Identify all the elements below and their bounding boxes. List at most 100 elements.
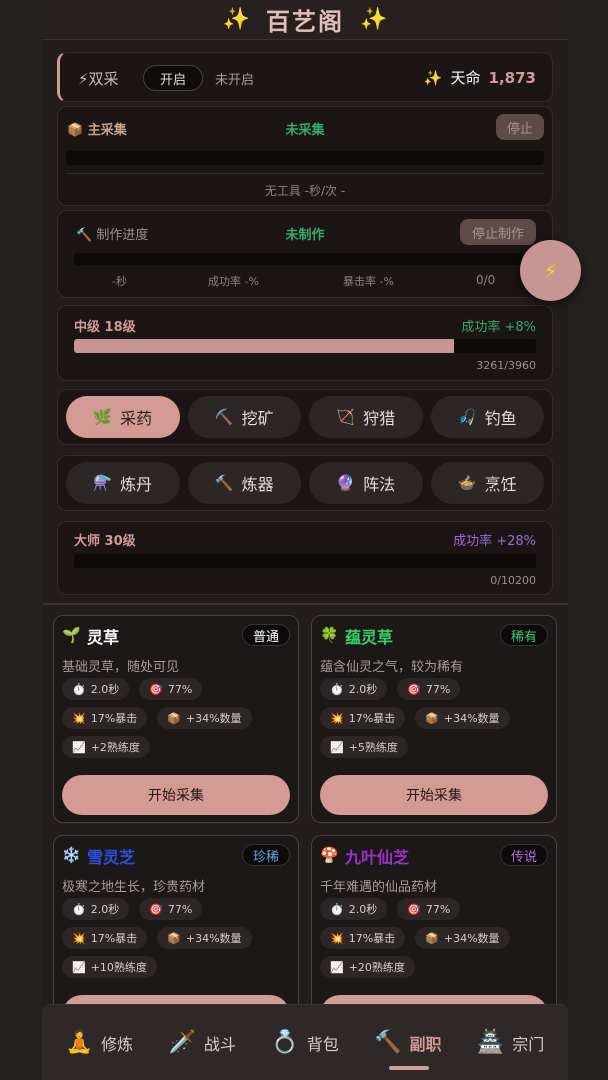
herb-description: 极寒之地生长，珍贵药材 — [62, 880, 206, 895]
pickaxe-icon: ⛏️ — [214, 408, 234, 426]
tab-alchemy[interactable]: ⚗️ 炼丹 — [66, 462, 180, 504]
dual-harvest-label: ⚡双采 — [78, 70, 119, 88]
stat-time: ⏱️ 2.0秒 — [320, 898, 388, 920]
tab-mining[interactable]: ⛏️ 挖矿 — [187, 396, 301, 438]
mushroom-icon: 🍄 — [320, 846, 339, 864]
tool-info: 无工具 -秒/次 - — [264, 184, 346, 198]
section-divider — [42, 603, 568, 605]
stat-quantity: 📦 +34%数量 — [157, 707, 252, 729]
stat-proficiency: 📈 +10熟练度 — [62, 956, 157, 978]
stat-success: 🎯 77% — [139, 678, 203, 700]
herb-stats: ⏱️ 2.0秒 🎯 77% 💥 17%暴击 📦 +34%数量 📈 +5熟练度 — [320, 678, 550, 758]
level-success-rate: 成功率 +8% — [461, 320, 536, 335]
stat-crit: 💥 17%暴击 — [62, 927, 148, 949]
chart-icon: 📈 — [72, 740, 86, 754]
nav-profession[interactable]: 🔨 副职 — [356, 1030, 459, 1055]
craft-panel: 🔨 制作进度 未制作 停止制作 -秒 成功率 -% 暴击率 -% 0/0 — [57, 210, 553, 298]
tianming-display: ✨ 天命 1,873 — [424, 67, 536, 88]
tab-herb[interactable]: 🌿 采药 — [66, 396, 180, 438]
herb-card: 🍀 蕴灵草 稀有 蕴含仙灵之气，较为稀有 ⏱️ 2.0秒 🎯 77% 💥 17%暴击 … — [311, 615, 557, 823]
stat-proficiency: 📈 +5熟练度 — [320, 736, 408, 758]
herb-name: 蕴灵草 — [345, 628, 394, 647]
master-progress-count: 0/10200 — [490, 574, 536, 587]
tab-hunting[interactable]: 🏹 狩猎 — [309, 396, 423, 438]
skill-level-panel: 中级 18级 成功率 +8% 3261/3960 — [57, 305, 553, 381]
harvest-progress-bar — [66, 151, 544, 165]
level-progress-bar — [74, 339, 536, 353]
box-icon: 📦 — [425, 931, 439, 945]
level-progress-count: 3261/3960 — [476, 359, 536, 372]
tab-cooking[interactable]: 🍲 烹饪 — [430, 462, 544, 504]
stat-quantity: 📦 +34%数量 — [415, 927, 510, 949]
stat-proficiency: 📈 +2熟练度 — [62, 736, 150, 758]
flask-icon: ⚗️ — [93, 474, 113, 492]
gather-tabs: 🌿 采药 ⛏️ 挖矿 🏹 狩猎 🎣 钓鱼 — [57, 389, 553, 445]
box-icon: 📦 — [167, 931, 181, 945]
burst-icon: 💥 — [72, 711, 86, 725]
lightning-icon: ⚡ — [78, 70, 89, 88]
stat-time: ⏱️ 2.0秒 — [320, 678, 388, 700]
nav-battle[interactable]: 🗡️ 战斗 — [151, 1030, 254, 1055]
target-icon: 🎯 — [407, 682, 421, 696]
dual-harvest-status: 未开启 — [215, 73, 255, 88]
chart-icon: 📈 — [72, 960, 86, 974]
stat-success: 🎯 77% — [139, 898, 203, 920]
herb-name: 九叶仙芝 — [345, 848, 410, 867]
craft-crit-rate: 暴击率 -% — [343, 275, 394, 288]
nav-sect[interactable]: 🏯 宗门 — [459, 1030, 562, 1055]
sparkle-icon: ✨ — [423, 68, 443, 87]
hammer-icon: 🔨 — [214, 474, 234, 492]
pot-icon: 🍲 — [457, 474, 477, 492]
tab-formation[interactable]: 🔮 阵法 — [309, 462, 423, 504]
main-harvest-status: 未采集 — [285, 123, 325, 138]
clover-icon: 🍀 — [320, 626, 339, 644]
page: ✨ 百艺阁 ✨ ⚡双采 开启 未开启 ✨ 天命 1,873 📦 主采集 未采集 … — [42, 0, 568, 1080]
stat-quantity: 📦 +34%数量 — [415, 707, 510, 729]
craft-progress-bar — [74, 253, 536, 265]
sparkle-icon: ✨ — [360, 7, 388, 32]
level-label: 中级 18级 — [74, 320, 136, 335]
stat-success: 🎯 77% — [397, 898, 461, 920]
start-harvest-button[interactable]: 开始采集 — [62, 775, 290, 815]
crystal-ball-icon: 🔮 — [336, 474, 356, 492]
header: ✨ 百艺阁 ✨ — [42, 0, 568, 40]
dual-harvest-toggle-button[interactable]: 开启 — [143, 65, 203, 91]
tab-fishing[interactable]: 🎣 钓鱼 — [430, 396, 544, 438]
craft-count: 0/0 — [476, 273, 496, 287]
herb-card: 🌱 灵草 普通 基础灵草，随处可见 ⏱️ 2.0秒 🎯 77% 💥 17%暴击 📦 +3… — [53, 615, 299, 823]
stat-time: ⏱️ 2.0秒 — [62, 678, 130, 700]
nav-cultivate[interactable]: 🧘 修炼 — [48, 1030, 151, 1055]
burst-icon: 💥 — [72, 931, 86, 945]
fishing-icon: 🎣 — [457, 408, 477, 426]
stop-harvest-button[interactable]: 停止 — [496, 114, 544, 140]
tab-forging[interactable]: 🔨 炼器 — [187, 462, 301, 504]
master-level-panel: 大师 30级 成功率 +28% 0/10200 — [57, 521, 553, 595]
lightning-icon: ⚡ — [543, 258, 558, 283]
craft-success-rate: 成功率 -% — [208, 275, 259, 288]
snowflake-icon: ❄️ — [62, 846, 81, 864]
target-icon: 🎯 — [149, 682, 163, 696]
herb-name: 灵草 — [87, 628, 120, 647]
stat-crit: 💥 17%暴击 — [320, 707, 406, 729]
start-harvest-button[interactable]: 开始采集 — [320, 775, 548, 815]
timer-icon: ⏱️ — [330, 902, 344, 916]
bottom-nav: 🧘 修炼 🗡️ 战斗 💍 背包 🔨 副职 🏯 宗门 — [42, 1004, 568, 1080]
target-icon: 🎯 — [407, 902, 421, 916]
rarity-badge: 普通 — [241, 624, 290, 646]
herb-description: 蕴含仙灵之气，较为稀有 — [320, 660, 464, 675]
stat-quantity: 📦 +34%数量 — [157, 927, 252, 949]
bow-icon: 🏹 — [336, 408, 356, 426]
burst-icon: 💥 — [330, 711, 344, 725]
nav-inventory[interactable]: 💍 背包 — [254, 1030, 357, 1055]
herb-icon: 🌿 — [93, 408, 113, 426]
burst-icon: 💥 — [330, 931, 344, 945]
stat-success: 🎯 77% — [397, 678, 461, 700]
tianming-label: 天命 — [450, 69, 481, 87]
timer-icon: ⏱️ — [72, 902, 86, 916]
chart-icon: 📈 — [330, 960, 344, 974]
box-icon: 📦 — [425, 711, 439, 725]
quick-action-button[interactable]: ⚡ — [520, 240, 581, 301]
stop-craft-button[interactable]: 停止制作 — [460, 219, 536, 245]
rarity-badge: 传说 — [499, 844, 548, 866]
rarity-badge: 珍稀 — [241, 844, 290, 866]
